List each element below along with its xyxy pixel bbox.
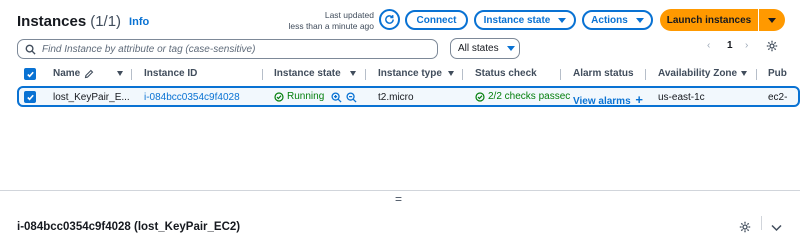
gear-icon[interactable]	[766, 40, 778, 52]
edit-icon	[85, 69, 94, 78]
status-check-cell: 2/2 checks passec	[475, 91, 570, 102]
detail-panel-title: i-084bcc0354c9f4028 (lost_KeyPair_EC2)	[17, 221, 241, 233]
column-label: Alarm status	[573, 68, 634, 79]
instance-state-cell: Running	[274, 91, 324, 102]
view-alarms-label: View alarms	[573, 96, 631, 107]
column-header-public[interactable]: Pub	[768, 68, 787, 79]
table-row[interactable]: lost_KeyPair_E... i-084bcc0354c9f4028 Ru…	[17, 86, 800, 107]
check-icon	[26, 94, 34, 100]
chevron-down-icon[interactable]	[771, 224, 782, 232]
column-label: Name	[53, 68, 81, 79]
column-divider[interactable]	[560, 69, 561, 80]
instance-type: t2.micro	[378, 92, 414, 103]
column-label: Instance state	[274, 68, 341, 79]
column-header-availability-zone[interactable]: Availability Zone	[658, 68, 737, 79]
sort-icon[interactable]	[448, 71, 454, 76]
page-title: Instances (1/1)	[17, 13, 121, 30]
instance-id-link[interactable]: i-084bcc0354c9f4028	[144, 92, 240, 103]
sort-icon[interactable]	[350, 71, 356, 76]
column-label: Instance ID	[144, 68, 198, 79]
instance-state-value: Running	[287, 91, 325, 102]
column-header-instance-type[interactable]: Instance type	[378, 68, 442, 79]
availability-zone: us-east-1c	[658, 92, 705, 103]
row-checkbox[interactable]	[24, 91, 36, 103]
caret-down-icon	[558, 17, 567, 23]
zoom-out-icon[interactable]	[346, 92, 357, 103]
search-input[interactable]	[42, 43, 422, 55]
sort-icon[interactable]	[117, 71, 123, 76]
connect-button[interactable]: Connect	[405, 10, 468, 30]
launch-instances-button[interactable]: Launch instances	[660, 9, 758, 31]
resize-handle[interactable]: =	[395, 192, 402, 206]
column-divider[interactable]	[365, 69, 366, 80]
column-divider[interactable]	[462, 69, 463, 80]
last-updated-label: Last updated	[324, 10, 374, 20]
column-label: Status check	[475, 68, 537, 79]
select-all-checkbox[interactable]	[24, 68, 36, 80]
column-label: Instance type	[378, 68, 442, 79]
next-page-button[interactable]: ›	[745, 40, 748, 51]
search-field[interactable]	[17, 39, 438, 59]
instance-state-label: Instance state	[483, 14, 551, 26]
page-title-text: Instances	[17, 12, 87, 30]
column-divider[interactable]	[262, 69, 263, 80]
caret-down-icon	[635, 17, 644, 23]
sort-icon[interactable]	[741, 71, 747, 76]
instance-state-dropdown[interactable]: Instance state	[474, 10, 576, 30]
column-header-name[interactable]: Name	[53, 68, 94, 79]
instances-header: Instances (1/1) Info	[17, 8, 149, 34]
last-updated-value: less than a minute ago	[288, 21, 374, 31]
plus-icon: +	[635, 92, 644, 107]
status-check-value: 2/2 checks passec	[488, 91, 571, 102]
divider	[761, 216, 762, 230]
table-header: Name Instance ID Instance state Instance…	[17, 64, 800, 84]
state-filter-value: All states	[458, 43, 499, 54]
info-link[interactable]: Info	[129, 16, 149, 28]
column-header-alarm-status[interactable]: Alarm status	[573, 68, 634, 79]
refresh-icon	[385, 15, 394, 24]
actions-dropdown[interactable]: Actions	[582, 10, 653, 30]
refresh-button[interactable]	[379, 9, 400, 30]
instance-name: lost_KeyPair_E...	[53, 92, 130, 103]
column-header-instance-id[interactable]: Instance ID	[144, 68, 197, 79]
column-header-instance-state[interactable]: Instance state	[274, 68, 341, 79]
column-label: Pub	[768, 68, 787, 79]
launch-instances-label: Launch instances	[666, 14, 752, 26]
instance-count: (1/1)	[90, 12, 122, 30]
last-updated: Last updated less than a minute ago	[288, 10, 374, 32]
column-divider[interactable]	[756, 69, 757, 80]
column-header-status-check[interactable]: Status check	[475, 68, 537, 79]
previous-page-button[interactable]: ‹	[707, 40, 710, 51]
success-check-icon	[274, 91, 284, 102]
state-filter-select[interactable]: All states	[450, 38, 520, 59]
panel-divider[interactable]	[0, 190, 800, 191]
check-icon	[26, 71, 34, 77]
actions-label: Actions	[591, 14, 628, 26]
caret-down-icon	[506, 46, 515, 51]
success-check-icon	[475, 91, 485, 102]
launch-options-dropdown[interactable]	[759, 9, 785, 31]
search-icon	[25, 44, 36, 55]
zoom-in-icon[interactable]	[331, 92, 342, 103]
gear-icon[interactable]	[739, 221, 751, 233]
column-divider[interactable]	[131, 69, 132, 80]
public-dns: ec2-	[768, 92, 788, 103]
connect-label: Connect	[416, 14, 457, 26]
column-label: Availability Zone	[658, 68, 738, 79]
column-divider[interactable]	[645, 69, 646, 80]
page-number[interactable]: 1	[727, 40, 733, 51]
caret-down-icon	[768, 17, 776, 23]
view-alarms-link[interactable]: View alarms +	[573, 92, 643, 107]
